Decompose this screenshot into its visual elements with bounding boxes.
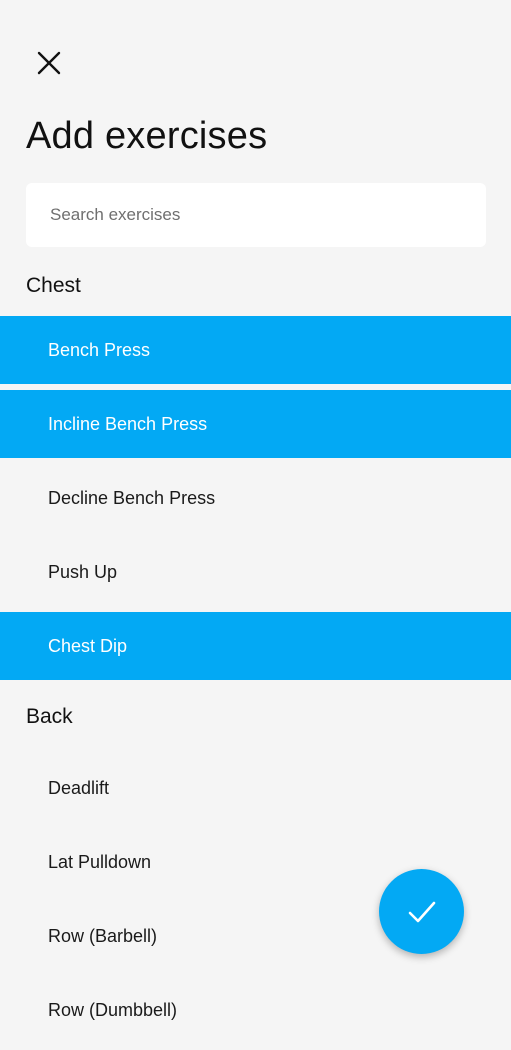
search-input[interactable] xyxy=(48,204,464,226)
list-item[interactable]: Chest Dip xyxy=(0,612,511,680)
close-button[interactable] xyxy=(26,40,72,86)
exercise-label: Lat Pulldown xyxy=(48,851,152,872)
exercise-label: Deadlift xyxy=(48,777,110,798)
exercise-label: Row (Dumbbell) xyxy=(48,999,178,1020)
list-item[interactable]: Deadlift xyxy=(0,754,511,822)
exercise-label: Push Up xyxy=(48,561,118,582)
section-header-chest: Chest xyxy=(26,273,81,297)
confirm-fab-button[interactable] xyxy=(379,869,464,954)
list-item[interactable]: Push Up xyxy=(0,538,511,606)
exercise-label: Decline Bench Press xyxy=(48,487,216,508)
list-item[interactable]: Row (Dumbbell) xyxy=(0,976,511,1044)
close-icon xyxy=(37,51,61,75)
exercise-label: Row (Barbell) xyxy=(48,925,158,946)
list-item[interactable]: Bench Press xyxy=(0,316,511,384)
exercise-label: Bench Press xyxy=(48,339,151,360)
list-item[interactable]: Decline Bench Press xyxy=(0,464,511,532)
section-header-back: Back xyxy=(26,705,73,728)
search-box[interactable] xyxy=(26,183,486,247)
exercise-label: Chest Dip xyxy=(48,635,128,656)
page-title: Add exercises xyxy=(26,115,268,157)
list-item[interactable]: Incline Bench Press xyxy=(0,390,511,458)
exercise-label: Incline Bench Press xyxy=(48,413,208,434)
check-icon xyxy=(408,901,435,922)
